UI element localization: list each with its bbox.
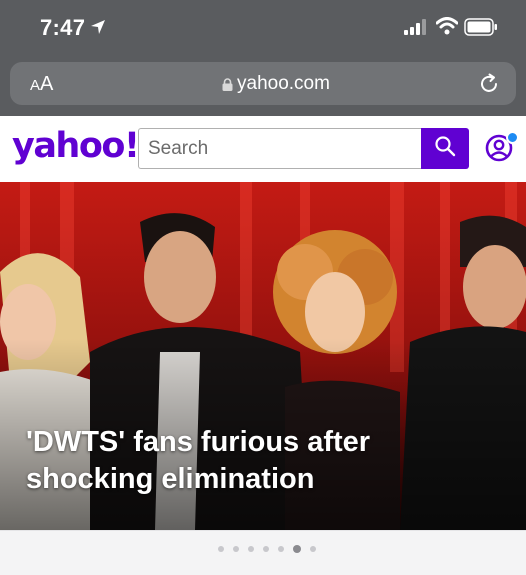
hero-headline-line-1: 'DWTS' fans furious after — [26, 426, 371, 458]
pager-dot[interactable] — [263, 546, 269, 552]
search-button[interactable] — [421, 128, 469, 169]
search-input[interactable] — [139, 129, 422, 168]
hero-headline[interactable]: 'DWTS' fans furious after shocking elimi… — [26, 424, 506, 498]
site-header: yahoo! — [0, 116, 526, 182]
reload-icon[interactable] — [477, 72, 501, 101]
pager-dot[interactable] — [310, 546, 316, 552]
pager-dot[interactable] — [218, 546, 224, 552]
cellular-signal-icon — [404, 19, 428, 40]
notification-badge — [506, 131, 519, 144]
search-box[interactable] — [138, 128, 422, 169]
address-bar[interactable]: AA yahoo.com — [10, 62, 516, 105]
search-icon — [434, 135, 456, 162]
location-arrow-icon — [90, 19, 106, 40]
status-bar: 7:47 — [0, 0, 526, 58]
pager-dot[interactable] — [278, 546, 284, 552]
pager-dot[interactable] — [248, 546, 254, 552]
url-text: yahoo.com — [237, 73, 330, 94]
hero-story[interactable]: 'DWTS' fans furious after shocking elimi… — [0, 182, 526, 530]
browser-toolbar: AA yahoo.com — [0, 58, 526, 116]
status-time: 7:47 — [40, 15, 86, 40]
pager-dot[interactable] — [293, 545, 301, 553]
hero-headline-line-2: shocking elimination — [26, 463, 315, 495]
wifi-icon — [435, 17, 459, 40]
lock-icon — [222, 78, 233, 96]
text-size-button[interactable]: AA — [30, 73, 53, 96]
pager-dot[interactable] — [233, 546, 239, 552]
carousel-pager[interactable] — [218, 545, 316, 553]
battery-icon — [464, 18, 498, 41]
yahoo-logo[interactable]: yahoo! — [12, 126, 140, 166]
